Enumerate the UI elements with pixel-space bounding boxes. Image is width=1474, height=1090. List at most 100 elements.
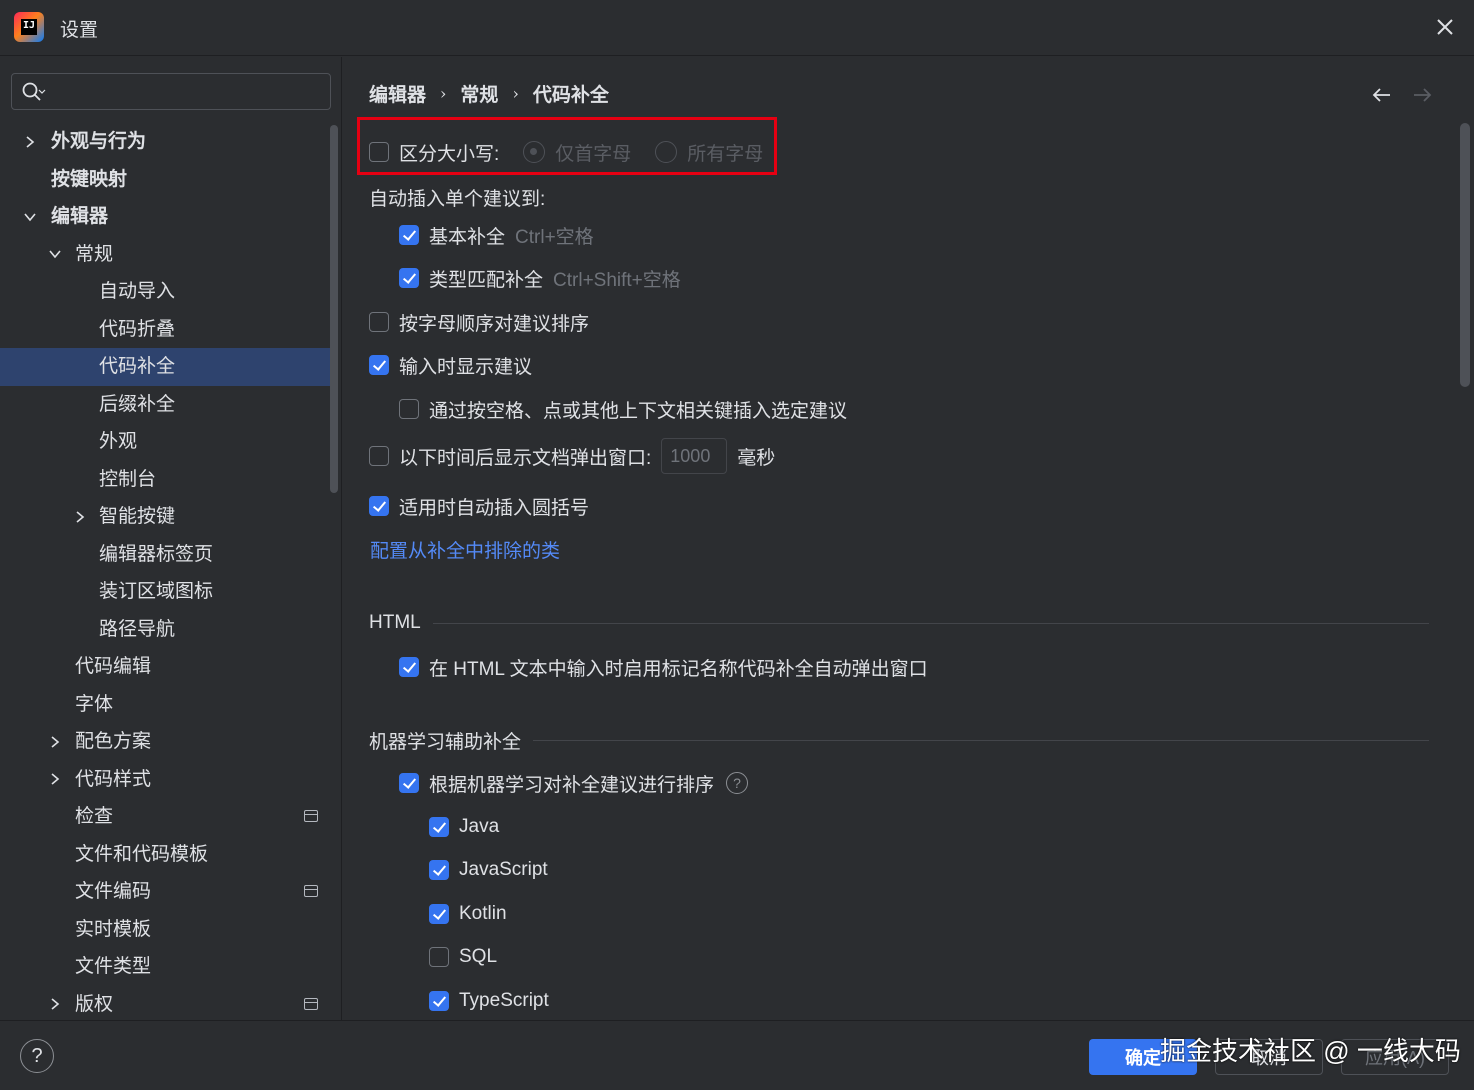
sidebar-item-console[interactable]: 控制台 [0,461,330,499]
breadcrumb-general[interactable]: 常规 [460,80,498,107]
sidebar-item-live-templates[interactable]: 实时模板 [0,911,330,949]
insert-by-space-label: 通过按空格、点或其他上下文相关键插入选定建议 [429,400,848,422]
sidebar-item-label: 外观 [99,431,138,452]
sidebar-item-label: 配色方案 [75,731,152,752]
ml-typescript-checkbox[interactable] [429,991,449,1011]
all-letters-radio[interactable] [655,141,678,163]
sidebar-item-appearance[interactable]: 外观 [0,423,330,461]
section-divider [533,739,1429,741]
ml-sort-checkbox[interactable] [399,773,419,793]
search-field[interactable] [11,73,331,110]
ml-sql-label: SQL [459,946,498,967]
type-completion-checkbox[interactable] [399,268,419,288]
exclude-classes-link[interactable]: 配置从补全中排除的类 [370,536,560,563]
ml-kotlin-label: Kotlin [459,903,507,924]
ml-section-header: 机器学习辅助补全 [369,727,1429,753]
basic-completion-option: 基本补全 Ctrl+空格 [399,222,594,248]
type-completion-shortcut: Ctrl+Shift+空格 [553,269,681,291]
doc-popup-unit: 毫秒 [737,447,776,469]
show-suggestions-checkbox[interactable] [369,355,389,375]
sidebar-item-file-encodings[interactable]: 文件编码 [0,873,330,911]
sidebar-item-general[interactable]: 常规 [0,236,330,274]
sidebar-item-smart-keys[interactable]: 智能按键 [0,498,330,536]
case-sensitive-checkbox[interactable] [369,142,389,162]
insert-by-space-checkbox[interactable] [399,399,419,419]
intellij-logo-icon: IJ [14,12,44,42]
forward-arrow-icon[interactable] [1410,83,1434,107]
help-button[interactable]: ? [20,1039,54,1073]
sidebar-item-file-templates[interactable]: 文件和代码模板 [0,836,330,874]
history-nav [1370,83,1434,107]
search-input[interactable] [54,78,324,106]
close-button[interactable] [1430,12,1460,42]
doc-popup-delay-input[interactable]: 1000 [661,438,728,474]
sidebar-item-editor-tabs[interactable]: 编辑器标签页 [0,536,330,574]
auto-parens-checkbox[interactable] [369,496,389,516]
html-section-title: HTML [369,612,421,633]
breadcrumb-editor[interactable]: 编辑器 [369,80,426,107]
sidebar-item-code-editing[interactable]: 代码编辑 [0,648,330,686]
chevron-down-icon[interactable] [22,198,38,236]
sidebar-item-label: 代码折叠 [99,318,176,340]
sidebar-item-inspections[interactable]: 检查 [0,798,330,836]
sidebar-item-label: 后缀补全 [99,393,176,415]
content-scrollbar[interactable] [1460,123,1470,387]
ml-javascript-option: JavaScript [429,857,548,883]
ml-sort-option: 根据机器学习对补全建议进行排序 ? [399,770,749,796]
chevron-down-icon[interactable] [47,236,63,274]
sidebar-item-code-completion[interactable]: 代码补全 [0,348,330,386]
doc-popup-checkbox[interactable] [369,446,389,466]
chevron-right-icon[interactable] [72,498,88,536]
sidebar-item-color-scheme[interactable]: 配色方案 [0,723,330,761]
back-arrow-icon[interactable] [1370,83,1394,107]
sidebar-item-label: 编辑器 [51,206,109,227]
chevron-right-icon[interactable] [47,761,63,799]
doc-popup-option: 以下时间后显示文档弹出窗口: 1000 毫秒 [369,437,775,475]
sidebar-item-postfix-completion[interactable]: 后缀补全 [0,386,330,424]
project-scope-icon [304,997,318,1010]
chevron-right-icon[interactable] [22,123,38,161]
sidebar-item-code-style[interactable]: 代码样式 [0,761,330,799]
first-letter-radio[interactable] [523,141,546,163]
case-sensitive-option: 区分大小写: 仅首字母 所有字母 [369,139,763,165]
ml-javascript-checkbox[interactable] [429,860,449,880]
sidebar-item-gutter-icons[interactable]: 装订区域图标 [0,573,330,611]
sidebar-item-breadcrumbs[interactable]: 路径导航 [0,611,330,649]
watermark: 掘金技术社区 @ 一线大码 [1160,1036,1461,1066]
sidebar-item-label: 自动导入 [99,281,176,302]
title-bar: IJ 设置 [0,0,1474,56]
sidebar-item-file-types[interactable]: 文件类型 [0,948,330,986]
sidebar-item-label: 代码样式 [75,768,152,790]
html-tag-popup-option: 在 HTML 文本中输入时启用标记名称代码补全自动弹出窗口 [399,654,928,680]
chevron-right-icon[interactable] [47,723,63,761]
sidebar-item-appearance-behavior[interactable]: 外观与行为 [0,123,330,161]
sidebar-item-keymap[interactable]: 按键映射 [0,161,330,199]
sidebar-item-label: 代码补全 [99,356,176,377]
sidebar-item-label: 控制台 [99,468,157,490]
type-completion-label: 类型匹配补全 [429,269,544,291]
chevron-right-icon[interactable] [47,986,63,1024]
sidebar-item-auto-import[interactable]: 自动导入 [0,273,330,311]
sidebar-item-copyright[interactable]: 版权 [0,986,330,1024]
show-suggestions-option: 输入时显示建议 [369,352,532,378]
show-suggestions-label: 输入时显示建议 [399,356,533,378]
sidebar-item-font[interactable]: 字体 [0,686,330,724]
ml-kotlin-checkbox[interactable] [429,904,449,924]
sidebar-item-label: 按键映射 [51,168,128,190]
sidebar-item-label: 常规 [75,243,114,265]
sort-alpha-checkbox[interactable] [369,312,389,332]
basic-completion-checkbox[interactable] [399,225,419,245]
sidebar-scrollbar[interactable] [330,125,338,493]
sidebar-item-editor[interactable]: 编辑器 [0,198,330,236]
sidebar-item-code-folding[interactable]: 代码折叠 [0,311,330,349]
ml-sql-option: SQL [429,944,497,970]
sidebar-item-label: 代码编辑 [75,656,152,677]
sidebar-item-label: 字体 [75,693,114,715]
ml-typescript-label: TypeScript [459,990,549,1011]
ml-sql-checkbox[interactable] [429,947,449,967]
ml-java-checkbox[interactable] [429,817,449,837]
doc-popup-label: 以下时间后显示文档弹出窗口: [399,447,652,469]
sidebar-item-label: 检查 [75,806,114,827]
help-icon[interactable]: ? [726,772,749,794]
html-tag-popup-checkbox[interactable] [399,657,419,677]
